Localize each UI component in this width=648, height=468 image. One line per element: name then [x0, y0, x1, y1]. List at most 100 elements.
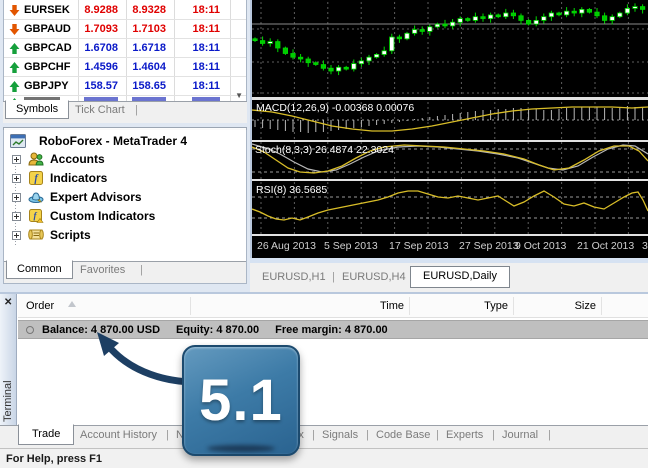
chart-tab-h1[interactable]: EURUSD,H1 — [262, 271, 326, 283]
time-cell: 18:11 — [192, 23, 220, 35]
ask-cell: 158.65 — [132, 80, 166, 92]
tab-favorites[interactable]: Favorites — [80, 264, 125, 276]
symbol-cell: EURSEK — [24, 4, 70, 16]
date-tick: 3 — [642, 240, 648, 252]
tab-experts[interactable]: Experts — [446, 429, 483, 441]
tab-separator: | — [436, 429, 439, 441]
indicators-icon: f — [28, 171, 44, 185]
bid-cell: 1.4596 — [84, 61, 118, 73]
rsi-label: RSI(8) 36.5685 — [256, 184, 327, 196]
chart-tabstrip: EURUSD,H1 | EURUSD,H4 EURUSD,Daily — [250, 258, 648, 292]
column-divider — [190, 297, 191, 315]
quote-row[interactable]: GBPAUD 1.7093 1.7103 18:11 — [4, 20, 246, 39]
column-order[interactable]: Order — [26, 300, 54, 312]
tab-signals[interactable]: Signals — [322, 429, 358, 441]
column-divider — [601, 297, 602, 315]
quote-row[interactable]: GBPCHF 1.4596 1.4604 18:11 — [4, 58, 246, 77]
macd-label: MACD(12,26,9) -0.00368 0.00076 — [256, 102, 414, 114]
tab-account-history[interactable]: Account History — [80, 429, 157, 441]
splitter — [250, 258, 648, 263]
symbol-cell: GBPJPY — [24, 80, 69, 92]
tab-journal[interactable]: Journal — [502, 429, 538, 441]
mt4-window: EURSEK 8.9288 8.9328 18:11 GBPAUD 1.7093… — [0, 0, 648, 468]
tree-root-account[interactable]: RoboForex - MetaTrader 4 — [10, 134, 187, 148]
terminal-header-row: Order Time Type Size — [18, 294, 648, 318]
tab-code-base[interactable]: Code Base — [376, 429, 430, 441]
terminal-side-label[interactable]: Terminal — [2, 380, 14, 422]
quote-row[interactable]: EURSEK 8.9288 8.9328 18:11 — [4, 1, 246, 20]
tab-separator: | — [140, 264, 143, 276]
column-time[interactable]: Time — [380, 300, 404, 312]
expand-plus-icon[interactable] — [12, 212, 21, 221]
arrow-down-icon — [9, 24, 20, 35]
expand-plus-icon[interactable] — [12, 193, 21, 202]
tab-separator: | — [166, 429, 169, 441]
arrow-down-icon — [9, 5, 20, 16]
scroll-down-arrow[interactable]: ▼ — [235, 91, 243, 100]
bid-cell: 158.57 — [84, 80, 118, 92]
tree-item-label: Custom Indicators — [50, 209, 155, 223]
tab-separator: | — [366, 429, 369, 441]
scripts-icon — [28, 228, 44, 242]
balance-record-icon — [26, 326, 34, 334]
status-text: For Help, press F1 — [6, 453, 102, 465]
version-badge: 5.1 — [182, 345, 300, 456]
terminal-close-icon[interactable]: ✕ — [4, 297, 12, 308]
equity-text: Equity: 4 870.00 — [176, 324, 259, 336]
badge-shadow — [207, 445, 275, 452]
column-type[interactable]: Type — [484, 300, 508, 312]
navigator-panel: RoboForex - MetaTrader 4 Accounts f — [3, 130, 247, 284]
time-cell: 18:11 — [192, 61, 220, 73]
stoch-label: Stoch(8,3,3) 26.4874 22.3024 — [255, 144, 394, 156]
navigator-tabstrip: Common Favorites | — [4, 261, 246, 283]
time-cell: 18:11 — [192, 4, 220, 16]
balance-row[interactable]: Balance: 4 870.00 USD Equity: 4 870.00 F… — [18, 320, 648, 339]
date-tick: 27 Sep 2013 — [459, 240, 519, 252]
tab-separator: | — [135, 104, 138, 116]
terminal-panel: ✕ Terminal Order Time Type Size Balance:… — [0, 292, 648, 448]
expert-advisors-icon — [28, 190, 44, 204]
quote-row[interactable]: GBPCAD 1.6708 1.6718 18:11 — [4, 39, 246, 58]
tree-item-indicators[interactable]: f Indicators — [12, 171, 107, 185]
column-divider — [409, 297, 410, 315]
tree-item-expert-advisors[interactable]: Expert Advisors — [12, 190, 142, 204]
time-cell: 18:11 — [192, 80, 220, 92]
ask-cell: 1.7103 — [132, 23, 166, 35]
chart-svg: MACD(12,26,9) -0.00368 0.00076 Stoch(8,3,… — [252, 0, 648, 258]
tab-separator: | — [312, 429, 315, 441]
quote-row[interactable]: GBPJPY 158.57 158.65 18:11 — [4, 77, 246, 96]
chart-tab-daily[interactable]: EURUSD,Daily — [410, 266, 510, 288]
tree-item-accounts[interactable]: Accounts — [12, 152, 105, 166]
symbol-cell: GBPAUD — [24, 23, 71, 35]
column-size[interactable]: Size — [575, 300, 596, 312]
ask-cell: 1.4604 — [132, 61, 166, 73]
ask-cell: 8.9328 — [132, 4, 166, 16]
tab-symbols[interactable]: Symbols — [5, 100, 69, 119]
ask-cell: 1.6718 — [132, 42, 166, 54]
market-watch-panel: EURSEK 8.9288 8.9328 18:11 GBPAUD 1.7093… — [3, 0, 247, 101]
free-margin-text: Free margin: 4 870.00 — [275, 324, 388, 336]
date-tick: 17 Sep 2013 — [389, 240, 449, 252]
expand-plus-icon[interactable] — [12, 174, 21, 183]
bid-cell: 1.6708 — [84, 42, 118, 54]
chart-tab-h4[interactable]: EURUSD,H4 — [342, 271, 406, 283]
chart-window[interactable]: MACD(12,26,9) -0.00368 0.00076 Stoch(8,3,… — [250, 0, 648, 258]
version-badge-text: 5.1 — [199, 367, 283, 434]
expand-plus-icon[interactable] — [12, 231, 21, 240]
tab-common[interactable]: Common — [6, 260, 73, 279]
tab-trade[interactable]: Trade — [18, 424, 74, 445]
symbol-cell: GBPCAD — [24, 42, 72, 54]
expand-plus-icon[interactable] — [12, 155, 21, 164]
date-tick: 5 Sep 2013 — [324, 240, 378, 252]
terminal-tabstrip: Trade Account History | News | Alerts | … — [0, 425, 648, 450]
sort-asc-icon — [68, 301, 76, 307]
balance-text: Balance: 4 870.00 USD — [42, 324, 160, 336]
tree-item-custom-indicators[interactable]: f Custom Indicators — [12, 209, 155, 223]
tree-item-scripts[interactable]: Scripts — [12, 228, 91, 242]
date-tick: 26 Aug 2013 — [257, 240, 316, 252]
tab-tick-chart[interactable]: Tick Chart — [75, 104, 125, 116]
date-tick: 21 Oct 2013 — [577, 240, 634, 252]
status-bar: For Help, press F1 — [0, 448, 648, 468]
accounts-icon — [28, 152, 44, 166]
tab-separator: | — [492, 429, 495, 441]
